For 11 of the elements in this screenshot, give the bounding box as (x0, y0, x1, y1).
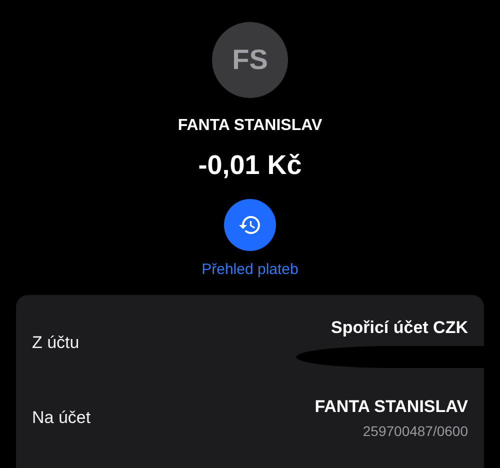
avatar: FS (212, 22, 288, 98)
history-link[interactable]: Přehled plateb (202, 261, 298, 278)
amount: -0,01 Kč (198, 150, 302, 181)
history-button[interactable] (224, 199, 276, 251)
detail-value: FANTA STANISLAV (314, 397, 468, 417)
payee-name: FANTA STANISLAV (178, 117, 322, 135)
detail-value: Spořicí účet CZK (331, 318, 468, 338)
detail-label: Na účet (32, 408, 91, 428)
account-number: 259700487/0600 (362, 423, 468, 439)
history-icon (238, 213, 262, 237)
detail-label: Z účtu (32, 333, 80, 353)
